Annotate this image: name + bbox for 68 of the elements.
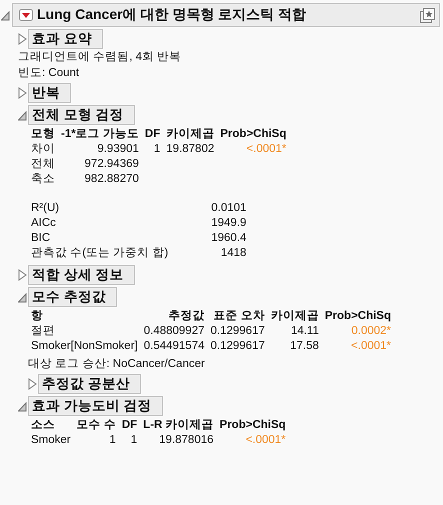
table-cell-text: 0.0101 xyxy=(210,201,248,216)
column-header: -1*로그 가능도 xyxy=(60,127,140,142)
column-header: 카이제곱 xyxy=(165,127,216,142)
section-header[interactable]: 효과 요약 xyxy=(28,29,103,49)
note-text: 빈도: Count xyxy=(18,66,80,81)
column-header: 추정값 xyxy=(168,309,206,324)
expanded-triangle-icon[interactable] xyxy=(1,9,10,21)
collapsed-triangle-icon[interactable] xyxy=(28,378,37,390)
table-cell-text: 절편 xyxy=(30,324,56,339)
note-text: 대상 로그 승산: NoCancer/Cancer xyxy=(28,357,206,372)
column-header: 소스 xyxy=(30,418,56,433)
section-header[interactable]: 효과 가능도비 검정 xyxy=(28,396,163,416)
table-cell-text: <.0001* xyxy=(244,433,287,448)
expanded-triangle-icon[interactable] xyxy=(18,109,27,121)
table-cell-text: 14.11 xyxy=(290,324,320,339)
table-cell-text: 1 xyxy=(130,433,138,448)
section-header[interactable]: 추정값 공분산 xyxy=(38,374,141,394)
collapsed-triangle-icon[interactable] xyxy=(18,33,27,45)
column-header: L-R 카이제곱 xyxy=(142,418,215,433)
column-header: 항 xyxy=(30,309,44,324)
column-header: Prob>ChiSq xyxy=(324,309,392,324)
table-cell-text: 차이 xyxy=(30,142,56,157)
star-box-icon[interactable] xyxy=(420,8,435,22)
section-header[interactable]: 전체 모형 검정 xyxy=(28,105,135,125)
table-cell-text: 1949.9 xyxy=(210,216,248,231)
table-cell-text: 1 xyxy=(152,142,162,157)
expanded-triangle-icon[interactable] xyxy=(18,400,27,412)
column-header: Prob>ChiSq xyxy=(218,418,287,433)
table-cell-text: 972.94369 xyxy=(84,157,140,172)
table-cell-text: 1 xyxy=(108,433,117,448)
dropdown-menu-icon[interactable] xyxy=(19,9,33,21)
table-cell-text: 전체 xyxy=(30,157,56,172)
column-header: DF xyxy=(120,418,138,433)
table-cell-text: 982.88270 xyxy=(84,172,140,187)
column-header: 모형 xyxy=(30,127,56,142)
collapsed-triangle-icon[interactable] xyxy=(18,87,27,99)
note-text: 그래디언트에 수렴됨, 4회 반복 xyxy=(18,50,182,65)
table-cell-text: 0.0002* xyxy=(350,324,392,339)
column-header: DF xyxy=(144,127,162,142)
table-cell-text: R²(U) xyxy=(30,201,60,216)
column-header: Prob>ChiSq xyxy=(219,127,288,142)
column-header: 모수 수 xyxy=(76,418,117,433)
table-cell-text: 19.878016 xyxy=(158,433,215,448)
table-cell-text: <.0001* xyxy=(245,142,288,157)
table-cell-text: BIC xyxy=(30,231,52,246)
table-cell-text: 17.58 xyxy=(289,339,320,354)
section-header[interactable]: 적합 상세 정보 xyxy=(28,265,135,285)
table-cell-text: 1418 xyxy=(220,246,248,261)
table-cell-text: 관측값 수(또는 가중치 합) xyxy=(30,246,170,261)
table-cell-text: 1960.4 xyxy=(210,231,248,246)
table-cell-text: 0.54491574 xyxy=(142,339,206,354)
table-cell-text: 0.1299617 xyxy=(210,324,266,339)
column-header: 카이제곱 xyxy=(270,309,320,324)
collapsed-triangle-icon[interactable] xyxy=(18,269,27,281)
expanded-triangle-icon[interactable] xyxy=(18,291,27,303)
table-cell-text: 축소 xyxy=(30,172,56,187)
table-cell-text: 19.87802 xyxy=(165,142,216,157)
section-header[interactable]: 모수 추정값 xyxy=(28,287,117,307)
table-cell-text: AICc xyxy=(30,216,57,231)
table-cell-text: 0.48809927 xyxy=(142,324,206,339)
column-header: 표준 오차 xyxy=(212,309,266,324)
table-cell-text: <.0001* xyxy=(350,339,392,354)
report-title: Lung Cancer에 대한 명목형 로지스틱 적합 xyxy=(37,6,308,24)
section-header[interactable]: 반복 xyxy=(28,83,71,103)
table-cell-text: 0.1299617 xyxy=(210,339,266,354)
table-cell-text: Smoker xyxy=(30,433,72,448)
table-cell-text: Smoker[NonSmoker] xyxy=(30,339,139,354)
table-cell-text: 9.93901 xyxy=(96,142,140,157)
